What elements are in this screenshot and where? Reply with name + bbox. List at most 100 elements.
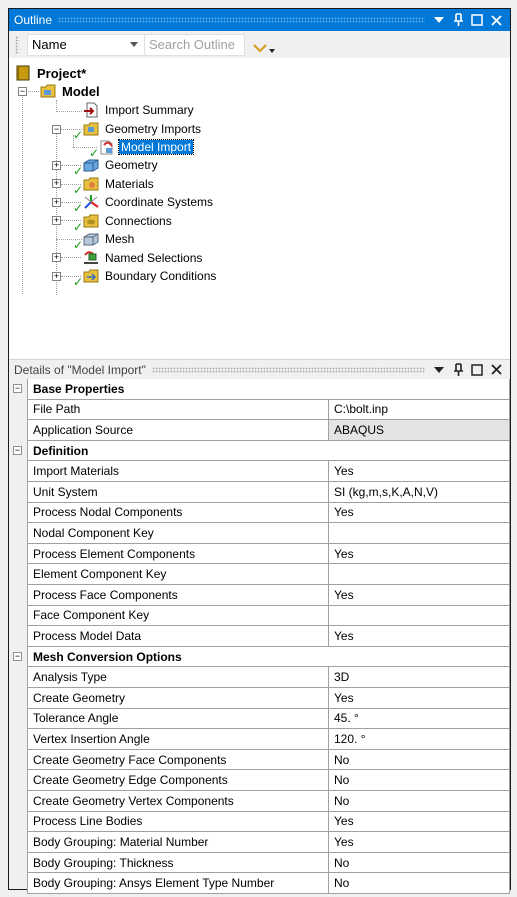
property-value[interactable]: 45. ° [329,708,510,730]
name-filter-select[interactable]: Name [27,33,145,56]
property-value[interactable]: Yes [329,688,510,709]
maximize-icon[interactable] [471,363,483,377]
expand-toggle[interactable]: + [52,216,61,225]
search-placeholder: Search Outline [149,37,235,52]
expand-toggle[interactable]: + [52,179,61,188]
titlebar-grip[interactable] [58,17,425,23]
titlebar-grip[interactable] [151,366,425,373]
property-row[interactable]: Process Nodal Components Yes [9,502,510,524]
property-value: ABAQUS [329,420,510,441]
property-row[interactable]: Analysis Type 3D [9,667,510,688]
chevron-down-icon [253,43,267,53]
property-row[interactable]: Create Geometry Yes [9,688,510,709]
tree-item-connections[interactable]: Connections [83,212,174,230]
gutter [9,729,27,750]
tree-item-project[interactable]: Project* [15,64,88,82]
status-check-icon: ✓ [73,275,84,289]
property-value[interactable] [329,564,510,585]
tree-item-materials[interactable]: Materials [83,175,156,193]
model-import-icon [99,139,115,155]
collapse-toggle[interactable]: − [52,125,61,134]
property-row[interactable]: Nodal Component Key [9,523,510,544]
property-name: Analysis Type [27,667,329,688]
property-value[interactable]: No [329,852,510,874]
category-label: Definition [27,440,510,462]
property-row[interactable]: Application Source ABAQUS [9,420,510,441]
property-value[interactable]: Yes [329,461,510,482]
window-menu-dropdown-icon[interactable] [433,363,445,377]
expand-toggle[interactable]: + [52,253,61,262]
property-row[interactable]: Create Geometry Edge Components No [9,770,510,791]
property-value[interactable]: Yes [329,543,510,565]
property-row[interactable]: Vertex Insertion Angle 120. ° [9,729,510,750]
property-row[interactable]: Tolerance Angle 45. ° [9,708,510,730]
status-check-icon: ✓ [73,128,84,142]
property-value[interactable]: 3D [329,667,510,688]
property-value[interactable]: No [329,873,510,894]
property-value[interactable]: No [329,770,510,791]
collapse-toggle[interactable]: − [13,445,22,455]
property-row[interactable]: Process Face Components Yes [9,585,510,606]
maximize-icon[interactable] [471,13,483,27]
property-value[interactable]: No [329,791,510,812]
property-row[interactable]: Import Materials Yes [9,461,510,482]
category-row[interactable]: − Base Properties [9,379,510,400]
property-row[interactable]: Process Model Data Yes [9,626,510,647]
tree-item-geometry[interactable]: Geometry [83,156,160,174]
tree-item-model[interactable]: Model [40,82,102,100]
property-value[interactable]: Yes [329,811,510,833]
property-value[interactable]: Yes [329,832,510,853]
close-icon[interactable] [490,13,502,27]
property-value[interactable]: SI (kg,m,s,K,A,N,V) [329,482,510,503]
tree-item-coordinate-systems[interactable]: Coordinate Systems [83,193,215,211]
property-row[interactable]: Face Component Key [9,605,510,627]
toolbar-grip[interactable] [15,35,19,54]
pin-icon[interactable] [452,362,464,377]
property-value[interactable]: 120. ° [329,729,510,750]
property-row[interactable]: Unit System SI (kg,m,s,K,A,N,V) [9,482,510,503]
gutter [9,770,27,791]
tree-item-named-selections[interactable]: Named Selections [83,249,204,267]
collapse-toggle[interactable]: − [18,87,27,96]
property-value[interactable]: Yes [329,502,510,524]
property-value[interactable]: Yes [329,585,510,606]
tree-item-model-import[interactable]: Model Import [99,138,195,156]
property-value[interactable]: C:\bolt.inp [329,399,510,421]
property-row[interactable]: Element Component Key [9,564,510,585]
tree-line [61,257,81,258]
tree-label: Project* [37,65,87,81]
property-row[interactable]: File Path C:\bolt.inp [9,399,510,421]
property-value[interactable] [329,605,510,627]
property-name: Tolerance Angle [27,708,329,730]
collapse-toggle[interactable]: − [13,651,22,661]
property-row[interactable]: Process Element Components Yes [9,543,510,565]
window-menu-dropdown-icon[interactable] [433,13,445,27]
tree-item-geometry-imports[interactable]: Geometry Imports [83,120,203,138]
category-row[interactable]: − Definition [9,440,510,462]
property-row[interactable]: Body Grouping: Thickness No [9,852,510,874]
property-value[interactable]: Yes [329,626,510,647]
property-value[interactable] [329,523,510,544]
property-row[interactable]: Body Grouping: Material Number Yes [9,832,510,853]
collapse-toggle[interactable]: − [13,384,22,393]
expand-filter-button[interactable] [253,37,275,53]
search-outline-input[interactable]: Search Outline [145,33,245,56]
property-row[interactable]: Create Geometry Face Components No [9,749,510,771]
close-icon[interactable] [490,363,502,377]
category-row[interactable]: − Mesh Conversion Options [9,646,510,668]
outline-tree: Project* − Model Import Summary − ✓ Geom… [9,58,510,359]
pin-icon[interactable] [452,13,464,27]
tree-item-import-summary[interactable]: Import Summary [83,101,196,119]
tree-item-boundary-conditions[interactable]: Boundary Conditions [83,267,218,285]
expand-toggle[interactable]: + [52,272,61,281]
property-value[interactable]: No [329,749,510,771]
property-row[interactable]: Body Grouping: Ansys Element Type Number… [9,873,510,894]
property-row[interactable]: Process Line Bodies Yes [9,811,510,833]
tree-label: Import Summary [105,103,194,117]
expand-toggle[interactable]: + [52,198,61,207]
tree-line [22,92,23,294]
property-row[interactable]: Create Geometry Vertex Components No [9,791,510,812]
tree-item-mesh[interactable]: Mesh [83,230,136,248]
expand-toggle[interactable]: + [52,161,61,170]
status-check-icon: ✓ [73,164,84,178]
